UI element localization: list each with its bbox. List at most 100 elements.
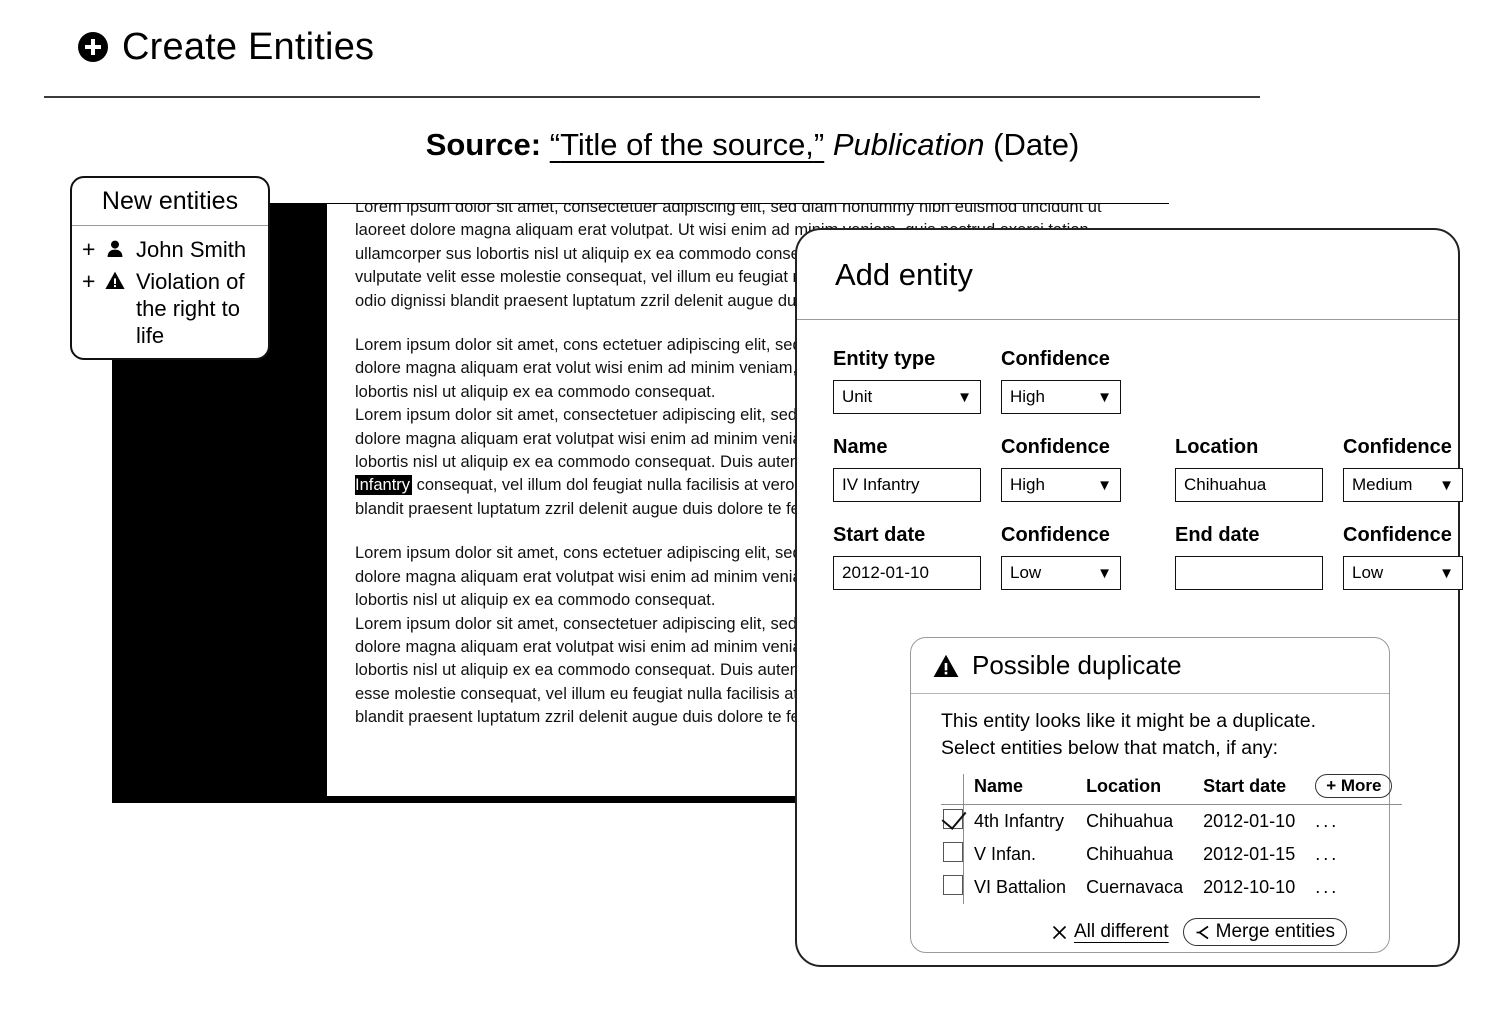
row-name: 4th Infantry [974, 811, 1065, 831]
chevron-down-icon: ▼ [1439, 476, 1454, 494]
entity-type-label: Entity type [833, 348, 936, 370]
column-header-name: Name [963, 774, 1077, 805]
row-select-cell[interactable] [941, 871, 964, 904]
new-entities-panel: New entities + John Smith + Violation of… [70, 176, 270, 360]
entity-type-value: Unit [842, 387, 873, 406]
table-row[interactable]: VI Battalion Cuernavaca 2012-10-10 ... [941, 871, 1402, 904]
field-end-date: End date [1175, 524, 1323, 590]
row-checkbox[interactable] [943, 842, 963, 862]
chevron-down-icon: ▼ [1097, 476, 1112, 494]
row-select-cell[interactable] [941, 804, 964, 838]
end-date-input[interactable] [1175, 556, 1323, 590]
row-select-cell[interactable] [941, 838, 964, 871]
end-date-confidence-label: Confidence [1343, 524, 1452, 546]
location-value: Chihuahua [1184, 475, 1267, 494]
person-icon [105, 236, 127, 259]
location-confidence-value: Medium [1352, 475, 1413, 494]
duplicate-panel-title: Possible duplicate [972, 650, 1182, 680]
row-name: VI Battalion [974, 877, 1067, 897]
chevron-down-icon: ▼ [1097, 388, 1112, 406]
name-label: Name [833, 436, 888, 458]
field-start-date: Start date 2012-01-10 [833, 524, 981, 590]
row-start-date: 2012-01-15 [1203, 844, 1296, 864]
duplicate-message: This entity looks like it might be a dup… [941, 708, 1369, 762]
field-location-confidence: Confidence Medium ▼ [1343, 436, 1463, 502]
duplicate-panel-header: Possible duplicate [911, 638, 1389, 694]
name-input[interactable]: IV Infantry [833, 468, 981, 502]
row-overflow-menu[interactable]: ... [1305, 838, 1402, 871]
end-date-confidence-value: Low [1352, 563, 1384, 582]
warning-triangle-icon [933, 654, 959, 678]
row-start-date: 2012-10-10 [1203, 877, 1296, 897]
form-row-entity-type: Entity type Unit ▼ Confidence High ▼ [833, 348, 1422, 414]
duplicate-message-line1: This entity looks like it might be a dup… [941, 710, 1317, 732]
possible-duplicate-panel: Possible duplicate This entity looks lik… [910, 637, 1403, 953]
page-title: Create Entities [122, 26, 375, 68]
field-name-confidence: Confidence High ▼ [1001, 436, 1121, 502]
row-checkbox[interactable] [943, 809, 963, 829]
source-date: (Date) [993, 127, 1080, 162]
table-row[interactable]: V Infan. Chihuahua 2012-01-15 ... [941, 838, 1402, 871]
entity-form: Entity type Unit ▼ Confidence High ▼ Nam… [797, 320, 1463, 590]
all-different-button[interactable]: All different [1052, 921, 1169, 943]
name-confidence-select[interactable]: High ▼ [1001, 468, 1121, 502]
row-location: Chihuahua [1086, 844, 1174, 864]
table-header-row: Name Location Start date + More [941, 774, 1403, 805]
column-header-start-date: Start date [1193, 774, 1306, 805]
end-date-label: End date [1175, 524, 1260, 546]
new-entity-label: Violation of the right to life [136, 269, 245, 348]
field-start-date-confidence: Confidence Low ▼ [1001, 524, 1121, 590]
close-x-icon [1052, 925, 1067, 940]
end-date-confidence-select[interactable]: Low ▼ [1343, 556, 1463, 590]
row-location: Chihuahua [1086, 811, 1174, 831]
row-checkbox[interactable] [943, 875, 963, 895]
more-columns-button[interactable]: + More [1315, 774, 1393, 798]
column-header-location: Location [1076, 774, 1194, 805]
location-input[interactable]: Chihuahua [1175, 468, 1323, 502]
duplicate-candidates-table: Name Location Start date + More 4th Infa… [941, 774, 1403, 904]
entity-type-confidence-select[interactable]: High ▼ [1001, 380, 1121, 414]
duplicate-message-line2: Select entities below that match, if any… [941, 737, 1279, 759]
new-entity-item-violation[interactable]: + Violation of the right to life [82, 268, 268, 349]
row-overflow-menu[interactable]: ... [1305, 805, 1402, 839]
page-header: Create Entities [78, 28, 1258, 66]
row-name: V Infan. [974, 844, 1037, 864]
select-column-header [941, 774, 964, 805]
table-row[interactable]: 4th Infantry Chihuahua 2012-01-10 ... [941, 804, 1402, 839]
start-date-confidence-value: Low [1010, 563, 1042, 582]
start-date-confidence-select[interactable]: Low ▼ [1001, 556, 1121, 590]
source-label: Source: [425, 127, 542, 162]
merge-entities-button[interactable]: Merge entities [1182, 918, 1347, 946]
name-confidence-label: Confidence [1001, 436, 1110, 458]
start-date-value: 2012-01-10 [842, 563, 929, 582]
source-publication: Publication [832, 127, 985, 162]
form-row-name-location: Name IV Infantry Confidence High ▼ Locat… [833, 436, 1463, 502]
add-icon[interactable]: + [82, 268, 96, 294]
row-location: Cuernavaca [1086, 877, 1184, 897]
chevron-down-icon: ▼ [1439, 564, 1454, 582]
row-start-date: 2012-01-10 [1203, 811, 1296, 831]
entity-type-confidence-label: Confidence [1001, 348, 1110, 370]
dialog-title: Add entity [835, 256, 973, 292]
entity-type-confidence-value: High [1010, 387, 1045, 406]
start-date-input[interactable]: 2012-01-10 [833, 556, 981, 590]
field-location: Location Chihuahua [1175, 436, 1323, 502]
plus-circle-icon[interactable] [78, 32, 108, 62]
row-overflow-menu[interactable]: ... [1305, 871, 1402, 904]
entity-type-select[interactable]: Unit ▼ [833, 380, 981, 414]
all-different-label: All different [1073, 921, 1169, 942]
start-date-confidence-label: Confidence [1001, 524, 1110, 546]
chevron-down-icon: ▼ [957, 388, 972, 406]
new-entity-label: John Smith [136, 237, 247, 262]
field-entity-type-confidence: Confidence High ▼ [1001, 348, 1121, 414]
chevron-down-icon: ▼ [1097, 564, 1112, 582]
add-icon[interactable]: + [82, 236, 96, 262]
field-entity-type: Entity type Unit ▼ [833, 348, 981, 414]
merge-entities-label: Merge entities [1215, 921, 1335, 942]
location-label: Location [1175, 436, 1259, 458]
source-title: “Title of the source,” [549, 127, 825, 162]
name-value: IV Infantry [842, 475, 920, 494]
warning-triangle-icon [105, 268, 127, 290]
new-entity-item-person[interactable]: + John Smith [82, 236, 268, 263]
location-confidence-select[interactable]: Medium ▼ [1343, 468, 1463, 502]
